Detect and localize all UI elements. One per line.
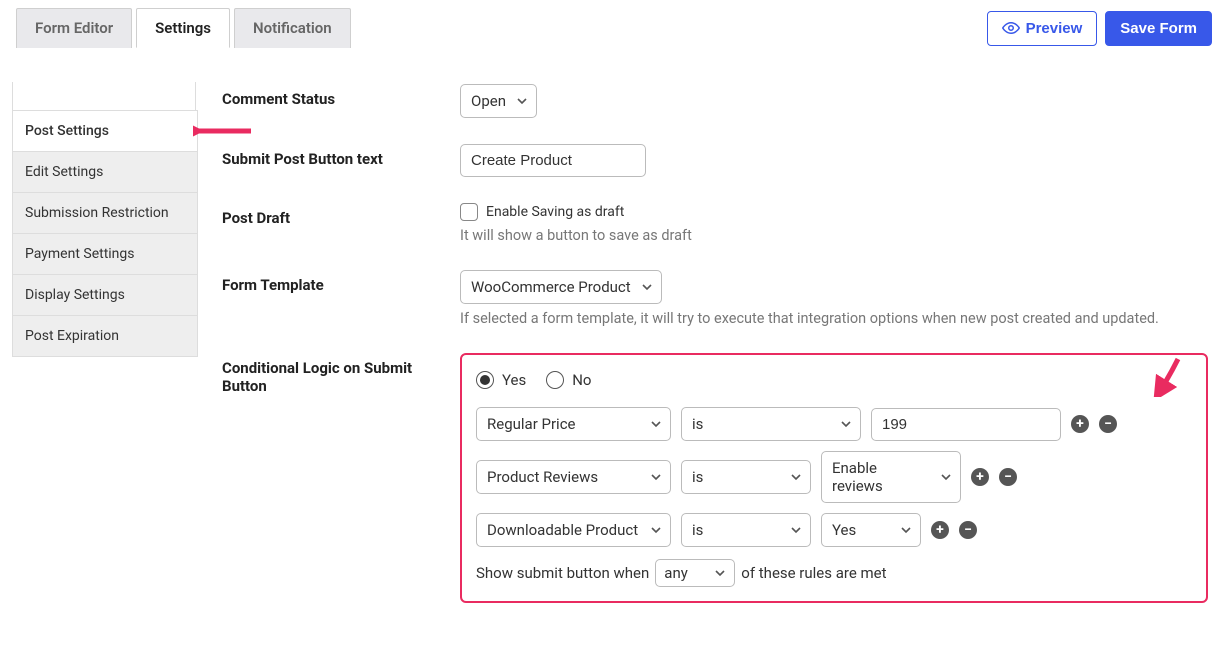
cond-radio-no[interactable] [546,371,564,389]
preview-label: Preview [1026,20,1083,37]
rule-remove-button[interactable] [1099,415,1117,433]
rule-operator-select[interactable]: is [681,513,811,547]
rule-field-select[interactable]: Downloadable Product [476,513,671,547]
match-type-select[interactable]: any [655,559,735,587]
conditional-logic-box: Yes No Regular Price is [460,353,1208,603]
rule-field-select[interactable]: Product Reviews [476,460,671,494]
label-form-template: Form Template [222,270,452,294]
save-form-button[interactable]: Save Form [1105,11,1212,46]
tab-settings[interactable]: Settings [136,8,230,48]
footer-post-text: of these rules are met [741,564,886,582]
cond-radio-yes[interactable] [476,371,494,389]
sidebar-item-display-settings[interactable]: Display Settings [12,275,198,316]
eye-icon [1002,21,1020,35]
label-conditional-logic: Conditional Logic on Submit Button [222,353,452,395]
rule-operator-select[interactable]: is [681,460,811,494]
sidebar-item-submission-restriction[interactable]: Submission Restriction [12,193,198,234]
rule-value-select[interactable]: Yes [821,513,921,547]
sidebar-item-post-expiration[interactable]: Post Expiration [12,316,198,357]
draft-help-text: It will show a button to save as draft [460,227,1208,244]
rule-add-button[interactable] [971,468,989,486]
plus-icon [931,521,949,539]
rule-value-input[interactable] [871,408,1061,441]
rule-row: Downloadable Product is Yes [476,513,1192,547]
rule-add-button[interactable] [931,521,949,539]
settings-sidebar: Post Settings Edit Settings Submission R… [12,82,198,357]
label-submit-text: Submit Post Button text [222,144,452,168]
sidebar-stub [12,82,196,110]
form-template-select[interactable]: WooCommerce Product [460,270,662,304]
rule-operator-select[interactable]: is [681,407,861,441]
rule-add-button[interactable] [1071,415,1089,433]
preview-button[interactable]: Preview [987,11,1098,46]
minus-icon [999,468,1017,486]
minus-icon [1099,415,1117,433]
enable-draft-label: Enable Saving as draft [486,204,624,220]
comment-status-select[interactable]: Open [460,84,537,118]
sidebar-item-post-settings[interactable]: Post Settings [12,110,198,152]
rule-remove-button[interactable] [999,468,1017,486]
cond-yes-label: Yes [502,371,526,389]
tab-form-editor[interactable]: Form Editor [16,8,132,48]
plus-icon [971,468,989,486]
minus-icon [959,521,977,539]
submit-text-input[interactable] [460,144,646,177]
rule-row: Product Reviews is Enable reviews [476,451,1192,503]
footer-pre-text: Show submit button when [476,564,649,582]
plus-icon [1071,415,1089,433]
main-tabs: Form Editor Settings Notification [16,8,351,48]
tab-notification[interactable]: Notification [234,8,351,48]
rule-field-select[interactable]: Regular Price [476,407,671,441]
template-help-text: If selected a form template, it will try… [460,310,1208,327]
sidebar-item-label: Post Settings [25,123,109,139]
sidebar-item-edit-settings[interactable]: Edit Settings [12,152,198,193]
label-comment-status: Comment Status [222,84,452,108]
cond-no-label: No [572,371,591,389]
sidebar-item-payment-settings[interactable]: Payment Settings [12,234,198,275]
enable-draft-checkbox[interactable] [460,203,478,221]
rule-row: Regular Price is [476,407,1192,441]
label-post-draft: Post Draft [222,203,452,227]
rule-remove-button[interactable] [959,521,977,539]
rule-value-select[interactable]: Enable reviews [821,451,961,503]
